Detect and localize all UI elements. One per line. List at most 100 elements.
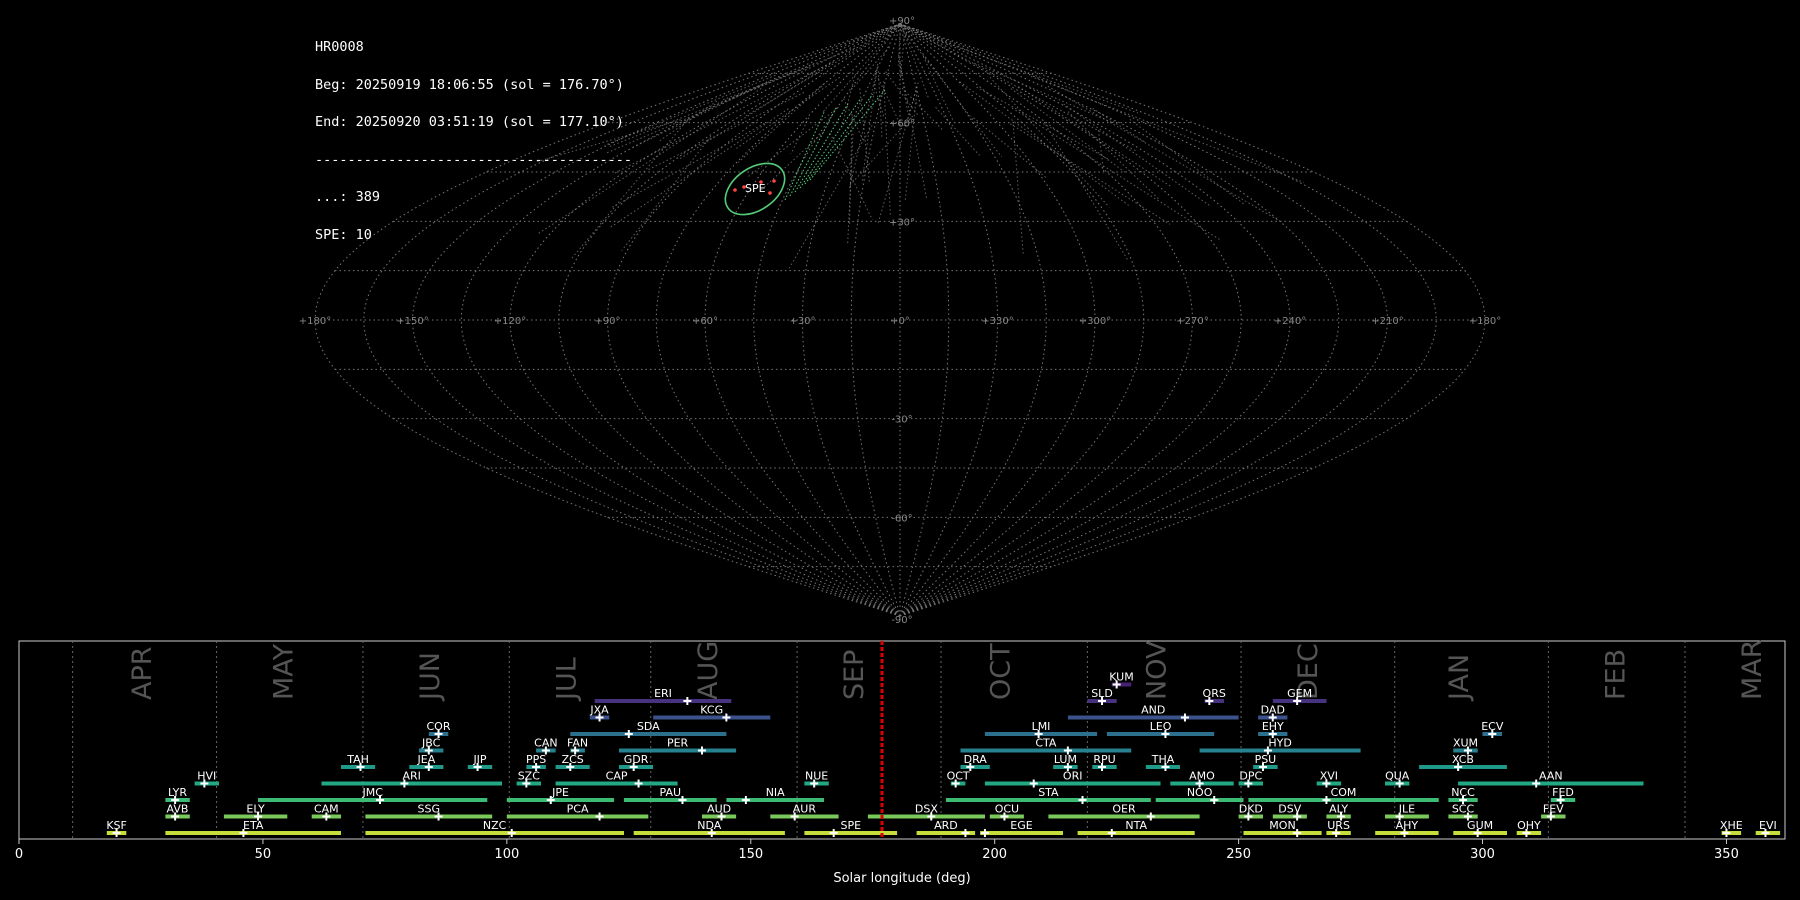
shower-bar [570,748,585,753]
shower-bar [1253,765,1278,769]
shower-label: OCU [995,803,1019,816]
month-label: FEB [1600,649,1631,700]
meteor-track [885,71,919,116]
shower-label: HYD [1268,737,1291,750]
shower-label: EGE [1010,819,1032,832]
shower-bars: KSF ETA NZC NDA SPE ARD EGE NTA MON URS AHY GUM OHY X… [106,641,1781,839]
meteor-track [930,36,1141,115]
meridian-line [411,23,901,617]
shower-bar [555,781,678,786]
shower-bar [1419,765,1507,769]
shower-bar [1243,831,1322,835]
longitude-label: +60° [692,316,718,327]
shower-label: DSX [915,803,938,816]
longitude-label: +210° [1371,316,1403,327]
shower-label: CAM [314,803,339,816]
meteor-track [1047,85,1281,222]
shower-bar [570,732,727,736]
shower-bar [1053,765,1078,769]
spe-track [794,101,850,193]
meteor-track [822,28,896,113]
shower-bar [916,831,976,835]
shower-bar [702,814,737,819]
shower-label: ORI [1063,770,1083,783]
meteor-track [646,92,805,171]
spe-track [789,105,838,197]
shower-label: OER [1112,803,1136,816]
meteor-track [609,66,809,148]
shower-bar [1067,715,1239,720]
shower-bar [223,814,288,819]
longitude-label: +270° [1176,316,1208,327]
shower-label: DRA [964,753,988,766]
shower-bar [1145,765,1180,769]
shower-label: SCC [1452,803,1475,816]
shower-bar [1375,831,1439,835]
shower-label: NOO [1187,786,1213,799]
shower-label: URS [1327,819,1350,832]
meteor-track [899,36,905,79]
meteor-track [1009,123,1171,225]
longitude-label: +330° [981,316,1013,327]
shower-bar [365,814,493,819]
x-tick-label: 350 [1714,847,1739,862]
meteor-track [678,61,834,160]
shower-bar [1238,781,1263,786]
x-tick-label: 300 [1470,847,1495,862]
shower-label: ILE [1399,803,1415,816]
shower-bar [1155,798,1244,802]
meteor-track [861,63,879,184]
shower-label: RPU [1093,753,1115,766]
shower-bar [980,831,1063,835]
shower-bar [365,831,624,835]
shower-bar [619,765,654,769]
shower-label: NUE [805,770,828,783]
shower-bar [1482,732,1502,736]
latitude-label: -30° [891,415,912,426]
longitude-label: +30° [789,316,815,327]
shower-bar [165,798,190,802]
shower-bar [960,748,1132,753]
shower-bar [467,765,493,769]
shower-label: CAP [606,770,628,783]
shower-bar [536,748,556,753]
shower-bar [106,831,127,835]
x-tick-label: 0 [15,847,23,862]
month-label: JUL [551,657,582,702]
shower-label: CTA [1035,737,1057,750]
month-label: AUG [693,641,724,700]
shower-label: NZC [483,819,507,832]
shower-bar [589,715,610,720]
month-label: OCT [986,643,1017,700]
shower-bar [165,831,341,835]
radiant-label: SPE [745,182,766,195]
shower-label: NTA [1125,819,1147,832]
shower-label: LUM [1054,753,1077,766]
shower-label: LEO [1150,720,1172,733]
shower-label: AND [1141,704,1165,717]
shower-label: JBC [421,737,441,750]
shower-label: LYR [168,786,187,799]
shower-label: NCC [1451,786,1475,799]
shower-bar [1087,699,1117,703]
longitude-label: +120° [494,316,526,327]
shower-bar [1385,814,1429,819]
latitude-label: +90° [889,16,915,27]
shower-label: NDA [697,819,722,832]
shower-bar [428,732,449,736]
shower-bar [1204,699,1224,703]
latitude-label: -90° [891,615,912,626]
shower-label: HVI [197,770,216,783]
shower-bar [633,831,785,835]
month-label: MAY [268,643,299,700]
shower-label: ORS [1203,687,1226,700]
meteor-track [841,75,856,127]
shower-label: KSF [106,819,127,832]
shower-bar [1448,814,1478,819]
latitude-label: +60° [889,119,915,130]
shower-bar [1453,831,1507,835]
month-label: DEC [1293,643,1324,700]
spe-point [768,191,772,195]
shower-label: ECV [1481,720,1504,733]
longitude-label: +180° [299,316,331,327]
